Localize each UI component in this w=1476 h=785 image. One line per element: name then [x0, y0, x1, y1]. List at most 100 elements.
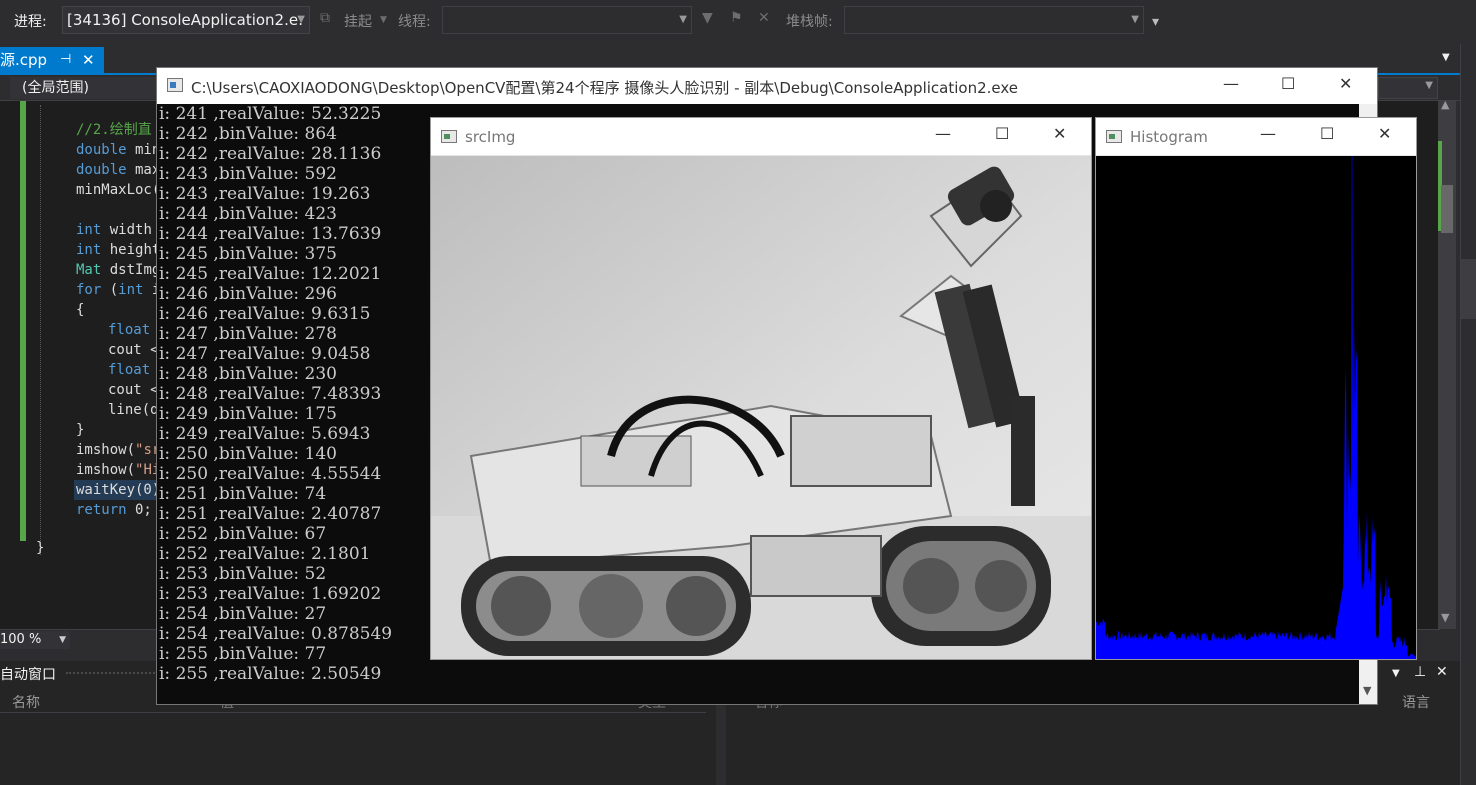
close-icon[interactable]: ✕	[1378, 124, 1391, 143]
console-line: i: 243 ,binValue: 592	[159, 164, 337, 184]
console-line: i: 249 ,binValue: 175	[159, 404, 337, 424]
side-panel-tab[interactable]	[1461, 259, 1476, 319]
scroll-down-icon[interactable]: ▼	[1363, 684, 1371, 697]
console-line: i: 246 ,realValue: 9.6315	[159, 304, 371, 324]
column-divider	[0, 712, 706, 713]
maximize-icon[interactable]: ☐	[995, 124, 1009, 143]
tab-list-dropdown-icon[interactable]: ▼	[1442, 52, 1450, 63]
maximize-icon[interactable]: ☐	[1281, 74, 1295, 93]
srcimg-titlebar[interactable]: srcImg — ☐ ✕	[431, 118, 1091, 156]
chevron-down-icon: ▼	[1131, 14, 1139, 25]
minimize-icon[interactable]: —	[1260, 124, 1276, 143]
close-icon[interactable]: ✕	[1339, 74, 1352, 93]
histogram-window[interactable]: Histogram — ☐ ✕	[1095, 117, 1417, 660]
thread-combo[interactable]: ▼	[442, 6, 692, 34]
console-line: i: 255 ,realValue: 2.50549	[159, 664, 382, 684]
minimize-icon[interactable]: —	[935, 124, 951, 143]
change-tracking-bar	[20, 101, 26, 541]
window-app-icon	[441, 130, 457, 143]
code-line: float	[108, 362, 151, 378]
console-line: i: 247 ,realValue: 9.0458	[159, 344, 371, 364]
code-line: imshow("sr	[76, 442, 161, 458]
pin-icon[interactable]: ⊥	[1414, 664, 1426, 680]
chevron-down-icon: ▼	[297, 14, 305, 25]
process-combo[interactable]: [34136] ConsoleApplication2.e: ▼	[62, 6, 310, 34]
stackframe-combo[interactable]: ▼	[844, 6, 1144, 34]
histogram-plot	[1096, 156, 1416, 659]
autos-window-title[interactable]: 自动窗口	[0, 664, 56, 684]
srcimg-title: srcImg	[465, 128, 516, 146]
code-line: imshow("Hi	[76, 462, 161, 478]
callstack-column-language[interactable]: 语言	[1402, 692, 1430, 712]
console-line: i: 253 ,realValue: 1.69202	[159, 584, 382, 604]
console-line: i: 248 ,binValue: 230	[159, 364, 337, 384]
close-icon[interactable]: ✕	[82, 47, 95, 73]
console-line: i: 254 ,realValue: 0.878549	[159, 624, 393, 644]
histogram-titlebar[interactable]: Histogram — ☐ ✕	[1096, 118, 1416, 156]
code-line: {	[76, 302, 85, 318]
filter-icon[interactable]: ▼	[702, 10, 713, 26]
console-line: i: 244 ,realValue: 13.7639	[159, 224, 382, 244]
code-line: //2.绘制直	[76, 122, 152, 138]
toolbar-overflow-icon[interactable]: ▾	[1152, 14, 1159, 30]
close-icon[interactable]: ✕	[1053, 124, 1066, 143]
code-line: minMaxLoc(	[76, 182, 161, 198]
debug-toolbar: 进程: [34136] ConsoleApplication2.e: ▼ ⧉ 挂…	[0, 0, 1476, 40]
console-line: i: 247 ,binValue: 278	[159, 324, 337, 344]
suspend-dropdown-icon[interactable]: ▼	[380, 15, 387, 25]
stackframe-label: 堆栈帧:	[786, 14, 833, 30]
flag-icon[interactable]: ⚑	[730, 10, 743, 26]
console-app-icon	[167, 78, 183, 92]
console-line: i: 253 ,binValue: 52	[159, 564, 327, 584]
scope-combo[interactable]: (全局范围)	[10, 77, 160, 99]
console-line: i: 243 ,realValue: 19.263	[159, 184, 371, 204]
expand-icon[interactable]: ✕	[758, 10, 770, 26]
scope-value: (全局范围)	[22, 80, 89, 96]
window-options-icon[interactable]: ▼	[1392, 668, 1400, 679]
console-line: i: 242 ,binValue: 864	[159, 124, 337, 144]
console-title: C:\Users\CAOXIAODONG\Desktop\OpenCV配置\第2…	[191, 79, 1019, 97]
code-line: for (int i	[76, 282, 161, 298]
scrollbar-thumb[interactable]	[1441, 185, 1453, 233]
window-app-icon	[1106, 130, 1122, 143]
close-icon[interactable]: ✕	[1436, 664, 1448, 680]
pin-icon[interactable]: ⊣	[60, 47, 71, 73]
code-line: cout <	[108, 382, 159, 398]
code-line: float	[108, 322, 151, 338]
editor-tab-source[interactable]: 源.cpp ⊣ ✕	[0, 47, 104, 73]
console-line: i: 251 ,binValue: 74	[159, 484, 327, 504]
suspend-icon[interactable]: ⧉	[320, 10, 330, 26]
maximize-icon[interactable]: ☐	[1320, 124, 1334, 143]
console-line: i: 245 ,binValue: 375	[159, 244, 337, 264]
code-line: int width	[76, 222, 152, 238]
histogram-title: Histogram	[1130, 128, 1208, 146]
srcimg-window[interactable]: srcImg — ☐ ✕	[430, 117, 1092, 660]
console-line: i: 251 ,realValue: 2.40787	[159, 504, 382, 524]
console-line: i: 248 ,realValue: 7.48393	[159, 384, 382, 404]
process-value: [34136] ConsoleApplication2.e:	[67, 11, 304, 29]
code-line: waitKey(0)	[76, 482, 161, 498]
scroll-down-icon[interactable]: ▼	[1441, 611, 1449, 624]
console-line: i: 245 ,realValue: 12.2021	[159, 264, 382, 284]
outline-guide	[40, 105, 41, 555]
right-side-panel	[1460, 44, 1476, 785]
code-line: Mat dstImg	[76, 262, 161, 278]
process-label: 进程:	[14, 14, 47, 30]
code-line: return 0;	[76, 502, 152, 518]
closing-brace: }	[36, 540, 45, 556]
chevron-down-icon: ▼	[59, 635, 66, 645]
suspend-label[interactable]: 挂起	[344, 11, 372, 31]
console-line: i: 246 ,binValue: 296	[159, 284, 337, 304]
code-line: double min	[76, 142, 161, 158]
console-titlebar[interactable]: C:\Users\CAOXIAODONG\Desktop\OpenCV配置\第2…	[157, 68, 1377, 104]
minimize-icon[interactable]: —	[1223, 74, 1239, 93]
scroll-up-icon[interactable]: ▲	[1441, 98, 1449, 111]
code-line: line(d	[108, 402, 159, 418]
zoom-combo[interactable]: 100 % ▼	[0, 631, 70, 649]
thread-label: 线程:	[398, 14, 431, 30]
chevron-down-icon: ▼	[1425, 80, 1433, 91]
member-combo[interactable]: ▼	[1378, 77, 1438, 99]
callstack-header-buttons: ▼ ⊥ ✕	[1378, 662, 1460, 686]
autos-column-name[interactable]: 名称	[12, 692, 40, 712]
editor-vertical-scrollbar[interactable]: ▲ ▼	[1438, 98, 1456, 629]
